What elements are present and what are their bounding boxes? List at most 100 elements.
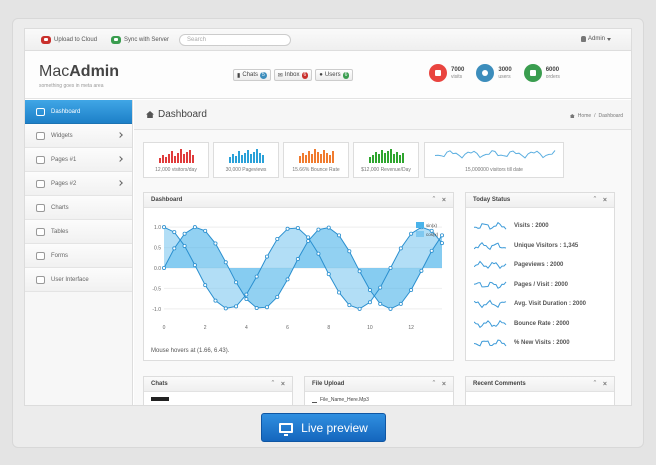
close-icon[interactable]: ×: [603, 193, 607, 208]
chats-button[interactable]: ▮ Chats 5: [233, 69, 271, 81]
sidebar-item-tables[interactable]: Tables: [25, 220, 132, 244]
data-point[interactable]: [244, 297, 249, 302]
data-point[interactable]: [326, 272, 331, 277]
data-point[interactable]: [264, 305, 269, 310]
data-point[interactable]: [223, 260, 228, 265]
sync-with-server-button[interactable]: Sync with Server: [111, 35, 169, 45]
data-point[interactable]: [172, 246, 177, 251]
sidebar-item-forms[interactable]: Forms: [25, 244, 132, 268]
data-point[interactable]: [234, 280, 239, 285]
logo[interactable]: MacAdmin: [39, 63, 119, 81]
data-point[interactable]: [203, 283, 208, 288]
sin-cos-chart[interactable]: 1.0 0.5 0.0 -0.5 -1.0 0 2 4 6 8 10 12 sin(x) cos(x): [144, 209, 453, 339]
data-point[interactable]: [337, 233, 342, 238]
header: MacAdmin something goes in meta area ▮ C…: [25, 51, 631, 99]
header-stats: 7000 visits 3000 users 6000 orders: [429, 64, 560, 82]
inbox-button[interactable]: ✉ Inbox 6: [273, 69, 313, 81]
data-point[interactable]: [419, 268, 424, 273]
data-point[interactable]: [316, 251, 321, 256]
data-point[interactable]: [306, 235, 311, 240]
data-point[interactable]: [213, 241, 218, 246]
data-point[interactable]: [275, 294, 280, 299]
spark-bar: [250, 154, 252, 163]
avatar: [151, 397, 169, 401]
data-point[interactable]: [285, 277, 290, 282]
data-point[interactable]: [254, 306, 259, 311]
spark-bar: [241, 155, 243, 163]
data-point[interactable]: [213, 298, 218, 303]
close-icon[interactable]: ×: [442, 377, 446, 392]
spark-bar: [174, 156, 176, 163]
file-icon: [36, 155, 45, 164]
data-point[interactable]: [378, 301, 383, 306]
breadcrumb-home[interactable]: Home: [578, 113, 591, 119]
close-icon[interactable]: ×: [603, 377, 607, 392]
data-point[interactable]: [439, 233, 444, 238]
x-tick-label: 10: [367, 325, 373, 331]
status-label: Pages / Visit : 2000: [514, 281, 568, 288]
upload-to-cloud-button[interactable]: Upload to Cloud: [41, 35, 97, 45]
sidebar-item-charts[interactable]: Charts: [25, 196, 132, 220]
search-input[interactable]: Search: [179, 34, 291, 46]
sidebar-item-pages-1[interactable]: Pages #1: [25, 148, 132, 172]
data-point[interactable]: [203, 228, 208, 233]
data-point[interactable]: [161, 266, 166, 271]
data-point[interactable]: [316, 227, 321, 232]
live-preview-button[interactable]: Live preview: [261, 413, 386, 442]
collapse-icon[interactable]: ˆ: [272, 377, 274, 392]
data-point[interactable]: [388, 266, 393, 271]
collapse-icon[interactable]: ˆ: [594, 377, 596, 392]
data-point[interactable]: [295, 257, 300, 262]
close-icon[interactable]: ×: [281, 377, 285, 392]
collapse-icon[interactable]: ˆ: [433, 193, 435, 208]
data-point[interactable]: [347, 303, 352, 308]
sidebar-item-dashboard[interactable]: Dashboard: [25, 100, 132, 124]
data-point[interactable]: [357, 306, 362, 311]
data-point[interactable]: [223, 306, 228, 311]
data-point[interactable]: [429, 248, 434, 253]
data-point[interactable]: [347, 249, 352, 254]
close-icon[interactable]: ×: [442, 193, 446, 208]
collapse-icon[interactable]: ˆ: [594, 193, 596, 208]
data-point[interactable]: [234, 304, 239, 309]
bar-sparkline: [369, 149, 404, 163]
home-icon: [569, 114, 575, 118]
data-point[interactable]: [172, 230, 177, 235]
data-point[interactable]: [254, 274, 259, 279]
data-point[interactable]: [409, 288, 414, 293]
data-point[interactable]: [264, 254, 269, 259]
data-point[interactable]: [367, 288, 372, 293]
data-point[interactable]: [398, 246, 403, 251]
data-point[interactable]: [285, 226, 290, 231]
data-point[interactable]: [182, 243, 187, 248]
logo-bold-text: Admin: [69, 63, 120, 80]
data-point[interactable]: [409, 231, 414, 236]
admin-menu[interactable]: Admin: [580, 36, 611, 42]
data-point[interactable]: [398, 301, 403, 306]
file-name: File_Name_Here.Mp3: [320, 397, 369, 403]
sidebar-item-user-interface[interactable]: User Interface: [25, 268, 132, 292]
sidebar-item-pages-2[interactable]: Pages #2: [25, 172, 132, 196]
data-point[interactable]: [439, 241, 444, 246]
collapse-icon[interactable]: ˆ: [433, 377, 435, 392]
data-point[interactable]: [378, 285, 383, 290]
data-point[interactable]: [192, 263, 197, 268]
users-button[interactable]: ● Users 6: [315, 69, 354, 81]
panel-title: Today Status: [473, 197, 511, 203]
data-point[interactable]: [192, 225, 197, 230]
data-point[interactable]: [275, 237, 280, 242]
data-point[interactable]: [388, 306, 393, 311]
data-point[interactable]: [161, 225, 166, 230]
data-point[interactable]: [357, 269, 362, 274]
status-sparkline: [474, 241, 507, 250]
data-point[interactable]: [244, 292, 249, 297]
data-point[interactable]: [367, 300, 372, 305]
sidebar-item-widgets[interactable]: Widgets: [25, 124, 132, 148]
sidebar-item-label: Tables: [51, 228, 69, 235]
data-point[interactable]: [326, 225, 331, 230]
file-row[interactable]: File_Name_Here.Mp3: [312, 397, 369, 403]
data-point[interactable]: [295, 225, 300, 230]
data-point[interactable]: [337, 290, 342, 295]
data-point[interactable]: [182, 231, 187, 236]
status-label: Bounce Rate : 2000: [514, 320, 570, 327]
